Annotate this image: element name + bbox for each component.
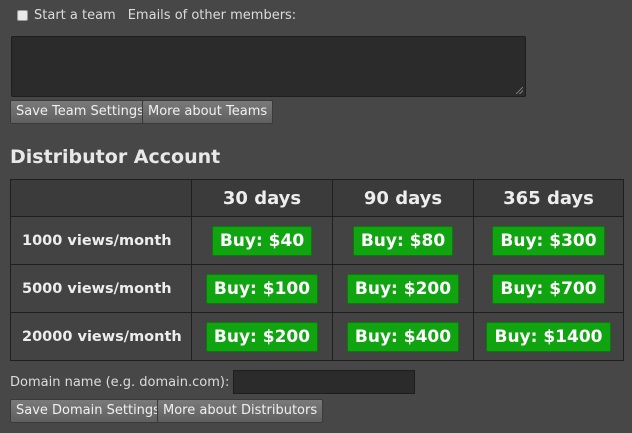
column-header-30: 30 days [191,179,333,217]
domain-label: Domain name (e.g. domain.com): [10,374,230,390]
column-header-90: 90 days [332,179,474,217]
buy-button[interactable]: Buy: $200 [346,273,460,304]
start-team-label[interactable]: Start a team [34,8,116,23]
domain-row: Domain name (e.g. domain.com): [10,370,416,394]
section-title: Distributor Account [10,146,221,168]
buy-button[interactable]: Buy: $700 [492,273,605,304]
pricing-header-empty [10,179,192,217]
more-about-distributors-button[interactable]: More about Distributors [157,399,324,423]
start-team-checkbox[interactable] [17,10,28,21]
row-label: 20000 views/month [10,312,192,361]
column-header-365: 365 days [473,179,624,217]
team-row: Start a team Emails of other members: [17,8,296,23]
buy-button[interactable]: Buy: $80 [352,225,454,256]
save-team-settings-button[interactable]: Save Team Settings [10,100,150,124]
save-domain-settings-button[interactable]: Save Domain Settings [10,399,166,423]
table-row: 5000 views/month Buy: $100 Buy: $200 Buy… [10,264,624,313]
resize-grip-icon[interactable] [516,87,523,94]
domain-input[interactable] [233,370,416,394]
table-row: 1000 views/month Buy: $40 Buy: $80 Buy: … [10,216,624,265]
row-label: 5000 views/month [10,264,192,313]
buy-button[interactable]: Buy: $300 [492,225,605,256]
more-about-teams-button[interactable]: More about Teams [142,100,274,124]
buy-button[interactable]: Buy: $1400 [486,321,611,352]
pricing-header-row: 30 days 90 days 365 days [10,179,624,217]
table-row: 20000 views/month Buy: $200 Buy: $400 Bu… [10,312,624,361]
buy-button[interactable]: Buy: $100 [205,273,319,304]
buy-button[interactable]: Buy: $400 [346,321,460,352]
row-label: 1000 views/month [10,216,192,265]
buy-button[interactable]: Buy: $40 [211,225,313,256]
emails-label: Emails of other members: [127,8,297,23]
buy-button[interactable]: Buy: $200 [205,321,319,352]
pricing-table: 30 days 90 days 365 days 1000 views/mont… [10,179,624,361]
emails-textarea[interactable] [11,36,526,97]
